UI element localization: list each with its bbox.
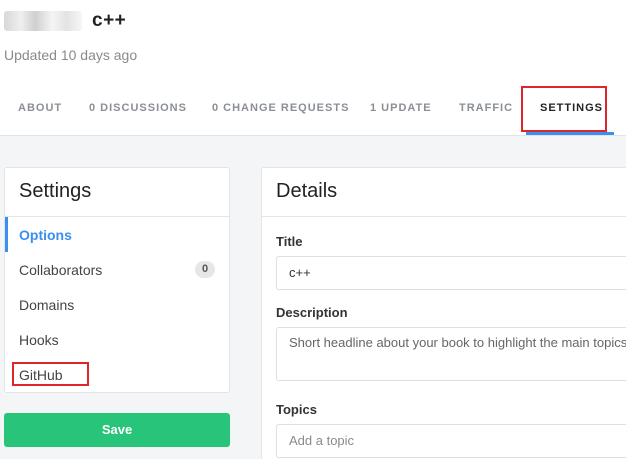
- tab-change-requests[interactable]: 0 CHANGE REQUESTS: [212, 90, 349, 136]
- description-field-label: Description: [276, 305, 348, 320]
- updated-timestamp: Updated 10 days ago: [4, 47, 138, 63]
- blurred-author-name: [4, 11, 82, 31]
- sidebar-item-github[interactable]: GitHub: [5, 357, 229, 392]
- sidebar-item-collaborators[interactable]: Collaborators 0: [5, 252, 229, 287]
- sidebar-item-label: GitHub: [19, 366, 63, 383]
- save-button[interactable]: Save: [4, 413, 230, 447]
- topics-input[interactable]: Add a topic: [276, 424, 626, 458]
- book-tabs: ABOUT 0 DISCUSSIONS 0 CHANGE REQUESTS 1 …: [0, 90, 626, 136]
- title-field-label: Title: [276, 234, 303, 249]
- settings-content: Settings Options Collaborators 0 Domains…: [0, 136, 626, 459]
- tab-traffic[interactable]: TRAFFIC: [459, 90, 513, 136]
- sidebar-item-label: Collaborators: [19, 261, 103, 278]
- title-input[interactable]: c++: [276, 256, 626, 290]
- book-header: c++ Updated 10 days ago ABOUT 0 DISCUSSI…: [0, 0, 626, 136]
- book-title: c++: [92, 10, 127, 31]
- book-title-row: c++: [4, 8, 126, 34]
- sidebar-item-domains[interactable]: Domains: [5, 287, 229, 322]
- details-title: Details: [276, 180, 338, 202]
- settings-sidebar: Settings Options Collaborators 0 Domains…: [4, 167, 230, 393]
- collaborators-count-badge: 0: [195, 261, 215, 278]
- sidebar-title: Settings: [19, 180, 92, 202]
- sidebar-item-hooks[interactable]: Hooks: [5, 322, 229, 357]
- sidebar-item-label: Domains: [19, 296, 75, 313]
- sidebar-item-options[interactable]: Options: [5, 217, 229, 252]
- tab-about[interactable]: ABOUT: [18, 90, 62, 136]
- details-panel: Details Title c++ Description Short head…: [261, 167, 626, 459]
- tab-discussions[interactable]: 0 DISCUSSIONS: [89, 90, 187, 136]
- details-divider: [262, 216, 626, 217]
- active-item-indicator: [5, 217, 8, 252]
- description-textarea[interactable]: Short headline about your book to highli…: [276, 327, 626, 381]
- sidebar-item-label: Options: [19, 226, 72, 243]
- tab-settings[interactable]: SETTINGS: [540, 90, 603, 136]
- sidebar-item-label: Hooks: [19, 331, 59, 348]
- topics-field-label: Topics: [276, 402, 317, 417]
- tab-updates[interactable]: 1 UPDATE: [370, 90, 432, 136]
